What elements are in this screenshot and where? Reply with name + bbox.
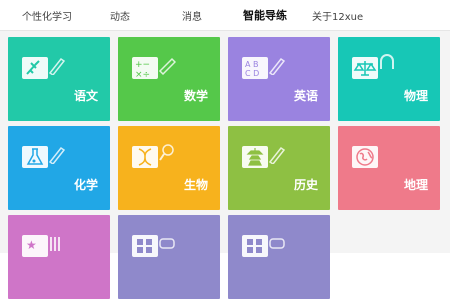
svg-text:C D: C D (245, 69, 259, 78)
subject-grid: 语文 +− ×÷ 数学 A BC D 英语 物理 化学 生物 历史 地理 ★ (0, 31, 450, 299)
subject-tile-physics[interactable]: 物理 (338, 37, 440, 121)
tab-smart-practice[interactable]: 智能导练 (243, 7, 287, 23)
abcd-letters-icon: A BC D (242, 57, 268, 79)
subject-tile-extra-2[interactable] (118, 215, 220, 299)
magnet-icon (380, 54, 394, 69)
chat-bubble-icon (159, 238, 175, 249)
grid-apps-icon (132, 235, 158, 257)
tab-personalized-learning[interactable]: 个性化学习 (22, 8, 72, 23)
flask-icon (22, 146, 48, 168)
pencil-icon (48, 57, 66, 75)
magnifier-icon (159, 144, 174, 161)
subject-tile-english[interactable]: A BC D 英语 (228, 37, 330, 121)
subject-tile-geography[interactable]: 地理 (338, 126, 440, 210)
subject-label: 地理 (403, 178, 428, 192)
chinese-brush-icon (22, 57, 48, 79)
ruler-icon (158, 57, 176, 75)
subject-tile-math[interactable]: +− ×÷ 数学 (118, 37, 220, 121)
balance-scale-icon (352, 57, 378, 79)
subject-tile-biology[interactable]: 生物 (118, 126, 220, 210)
svg-text:+−: +− (135, 60, 150, 70)
tab-messages[interactable]: 消息 (182, 8, 202, 23)
grid-apps-icon (242, 235, 268, 257)
top-tab-bar: 个性化学习 动态 消息 智能导练 关于12xue (0, 0, 450, 30)
svg-text:×÷: ×÷ (135, 70, 150, 79)
tab-about[interactable]: 关于12xue (312, 8, 363, 23)
subject-label: 英语 (293, 89, 318, 103)
tab-activity[interactable]: 动态 (110, 8, 130, 23)
subject-tile-extra-3[interactable] (228, 215, 330, 299)
chat-bubble-icon (269, 238, 285, 249)
subject-label: 物理 (403, 89, 428, 103)
svg-text:★: ★ (26, 238, 37, 252)
stars-icon: ★ (22, 235, 48, 257)
pencil-icon (48, 146, 66, 164)
subject-label: 化学 (73, 178, 98, 192)
subject-tile-chinese[interactable]: 语文 (8, 37, 110, 121)
math-operators-icon: +− ×÷ (132, 57, 158, 79)
globe-icon (352, 146, 378, 168)
svg-text:A B: A B (245, 60, 259, 69)
subject-tile-history[interactable]: 历史 (228, 126, 330, 210)
books-icon (50, 237, 60, 251)
subject-label: 数学 (183, 89, 208, 103)
pagoda-icon (242, 146, 268, 168)
subject-label: 历史 (293, 178, 318, 192)
subject-tile-extra-1[interactable]: ★ (8, 215, 110, 299)
subject-tile-chemistry[interactable]: 化学 (8, 126, 110, 210)
subject-label: 语文 (73, 89, 98, 103)
dna-icon (132, 146, 158, 168)
subject-label: 生物 (183, 178, 208, 192)
pencil-icon (268, 146, 286, 164)
pencil-icon (268, 57, 286, 75)
